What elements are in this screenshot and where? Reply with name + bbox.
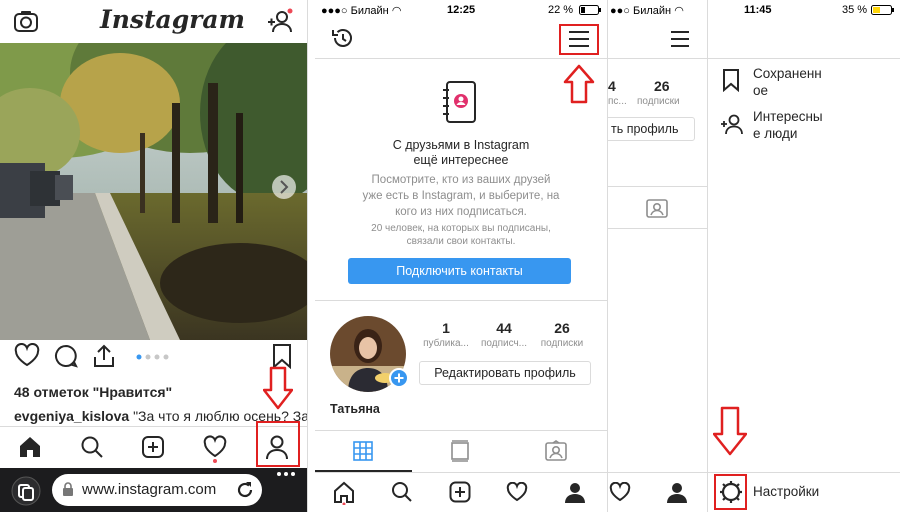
stat-value: 1 (442, 320, 450, 336)
battery-icon (871, 5, 895, 15)
stat-value: 26 (554, 320, 570, 336)
tagged-icon[interactable] (545, 440, 567, 462)
activity-icon[interactable] (609, 482, 631, 502)
carousel-dots (136, 354, 172, 360)
connect-contacts-button[interactable]: Подключить контакты (348, 258, 571, 284)
settings-label: Настройки (753, 484, 820, 499)
search-icon[interactable] (391, 481, 413, 503)
profile-icon[interactable] (564, 481, 586, 503)
caption-username[interactable]: evgeniya_kislova (14, 408, 129, 424)
stat-label: подписч... (480, 338, 528, 349)
profile-panel: ●●●○ Билайн ◠ 12:25 22 % С друзьями в In… (315, 0, 607, 512)
menu-item-label: Интересны е люди (753, 109, 823, 141)
tab-divider (608, 228, 707, 229)
add-person-icon[interactable] (266, 7, 294, 35)
highlight-menu (559, 24, 599, 55)
activity-icon[interactable] (203, 435, 227, 463)
edit-profile-button[interactable]: Редактировать профиль (419, 361, 591, 385)
feed-panel: Instagram 48 отметок "Нравится" evgeniya… (0, 0, 307, 512)
stat-following[interactable]: 26 подписки (532, 320, 592, 349)
comment-icon[interactable] (53, 343, 79, 369)
contacts-book-icon (443, 80, 479, 124)
address-bar[interactable]: www.instagram.com (52, 474, 262, 506)
stat-label: подписки (540, 338, 584, 349)
add-person-icon (720, 113, 744, 135)
status-carrier: ●●●○ Билайн ◠ (321, 5, 402, 17)
bookmark-icon (722, 68, 740, 92)
status-battery: 22 % (548, 4, 574, 16)
highlight-profile (256, 421, 300, 467)
feed-view-icon[interactable] (451, 440, 469, 462)
add-story-icon[interactable] (389, 368, 409, 388)
stat-followers[interactable]: 44 подписч... (474, 320, 534, 349)
settings-divider (708, 472, 900, 473)
heart-icon[interactable] (14, 343, 40, 367)
promo-title: С друзьями в Instagram ещё интереснее (392, 138, 530, 167)
more-icon[interactable] (276, 470, 296, 478)
share-icon[interactable] (92, 343, 116, 369)
menu-item-label: Сохраненн ое (753, 66, 822, 98)
edit-profile-button[interactable]: ть профиль (608, 117, 695, 141)
menu-icon[interactable] (670, 30, 690, 48)
status-carrier: ●●○ Билайн ◠ (610, 5, 684, 17)
new-post-icon[interactable] (141, 435, 165, 459)
menu-item-saved[interactable]: Сохраненн ое (720, 64, 890, 100)
camera-icon[interactable] (13, 8, 39, 34)
activity-icon[interactable] (506, 482, 528, 502)
browser-bar: www.instagram.com (0, 468, 307, 512)
status-time: 11:45 (744, 4, 772, 16)
menu-divider (708, 58, 900, 59)
grid-view-icon[interactable] (353, 441, 373, 461)
promo-text: Посмотрите, кто из ваших друзей уже есть… (362, 174, 560, 218)
profile-tabs (315, 430, 607, 472)
tabs-icon[interactable] (11, 476, 41, 506)
url-text[interactable]: www.instagram.com (82, 481, 216, 498)
hint-arrow-up (563, 64, 595, 104)
signal-icon: ●●●○ (321, 5, 348, 17)
bottom-nav (608, 472, 707, 512)
profile-stats: 1 публика... 44 подписч... 26 подписки (416, 320, 594, 352)
hint-arrow-down (713, 406, 747, 456)
profile-partial-panel: ●●○ Билайн ◠ 4 26 пс... подписки ть проф… (608, 0, 707, 512)
wifi-icon: ◠ (674, 5, 684, 17)
profile-name: Татьяна (330, 402, 380, 416)
stat-posts[interactable]: 1 публика... (416, 320, 476, 349)
stat-value: 44 (496, 320, 512, 336)
bottom-nav (315, 472, 607, 512)
profile-icon[interactable] (666, 481, 688, 503)
hint-arrow-down (263, 366, 293, 410)
search-icon[interactable] (80, 435, 104, 459)
side-menu-panel: 11:45 35 % Сохраненн ое Интересны е люди… (708, 0, 900, 512)
stat-posts-partial: 4 (608, 78, 616, 94)
signal-icon: ●●○ (610, 5, 630, 17)
stat-label: публика... (423, 338, 469, 349)
archive-icon[interactable] (331, 27, 353, 49)
status-battery: 35 % (842, 4, 868, 16)
wifi-icon: ◠ (391, 5, 402, 17)
highlight-settings (714, 474, 747, 510)
status-time: 12:25 (447, 4, 476, 16)
stat-following-value: 26 (654, 78, 670, 94)
lock-icon (62, 482, 74, 497)
home-icon[interactable] (333, 481, 355, 505)
reload-icon[interactable] (236, 481, 254, 499)
new-post-icon[interactable] (449, 481, 471, 503)
top-divider (315, 58, 607, 59)
home-icon[interactable] (18, 435, 42, 459)
stat-following-label: подписки (637, 96, 680, 107)
menu-item-discover-people[interactable]: Интересны е люди (720, 107, 890, 143)
tab-divider (608, 186, 707, 187)
battery-icon (579, 5, 601, 15)
top-divider (608, 58, 707, 59)
tagged-icon[interactable] (646, 197, 668, 219)
stat-label-partial: пс... (608, 96, 627, 107)
promo-small-text: 20 человек, на которых вы подписаны, свя… (371, 223, 551, 247)
promo-divider (315, 300, 607, 301)
likes-count[interactable]: 48 отметок "Нравится" (14, 384, 172, 400)
instagram-logo: Instagram (100, 5, 245, 34)
divider (307, 0, 308, 512)
post-photo[interactable] (0, 43, 307, 340)
